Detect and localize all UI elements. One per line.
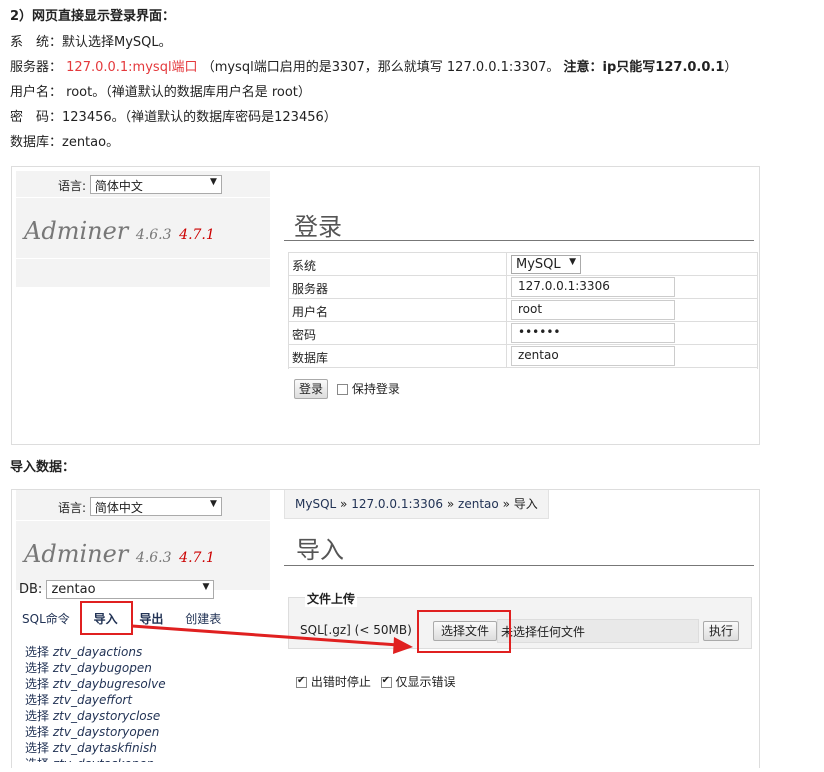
annotation-arrow: [131, 624, 413, 654]
